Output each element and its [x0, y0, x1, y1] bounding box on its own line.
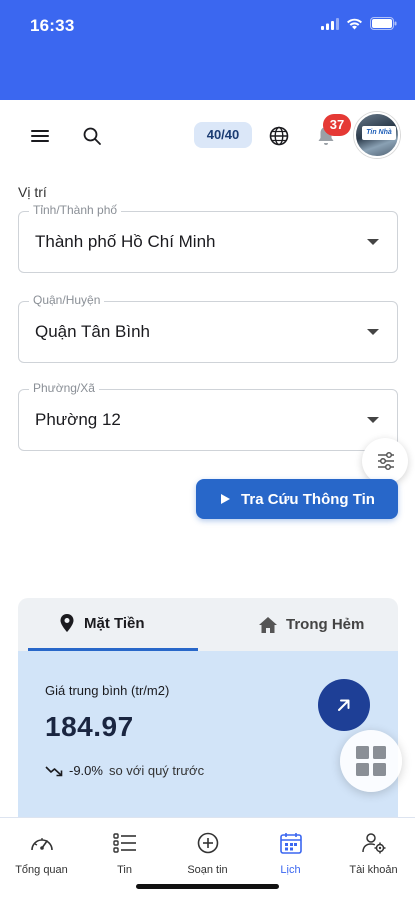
trending-down-icon [45, 765, 63, 776]
hamburger-menu-icon [31, 130, 49, 142]
status-bar: 16:33 [0, 0, 415, 100]
avatar-logo: Tin Nhà [362, 126, 396, 140]
tab-alley[interactable]: Trong Hẻm [248, 598, 398, 651]
tab-street-front[interactable]: Mặt Tiền [28, 598, 198, 651]
tab-street-front-label: Mặt Tiền [84, 614, 145, 632]
home-indicator[interactable] [136, 884, 279, 889]
cellular-signal-icon [321, 17, 339, 30]
location-pin-icon [60, 614, 74, 632]
nav-listings[interactable]: Tin [83, 832, 166, 878]
status-icons [321, 17, 397, 30]
price-tabs: Mặt Tiền Trong Hẻm [18, 598, 398, 651]
credit-counter-badge[interactable]: 40/40 [194, 122, 252, 148]
sliders-icon [378, 451, 394, 471]
nav-calendar-label: Lịch [280, 864, 301, 876]
nav-compose-label: Soạn tin [187, 864, 228, 876]
open-details-button[interactable] [318, 679, 370, 731]
dropdown-caret-icon [367, 329, 379, 335]
price-change: -9.0% so với quý trước [45, 763, 204, 778]
calendar-icon [279, 833, 302, 854]
avg-price-label: Giá trung bình (tr/m2) [45, 683, 170, 698]
nav-account-label: Tài khoản [349, 864, 398, 876]
district-value: Quận Tân Bình [35, 322, 150, 341]
add-circle-icon [197, 832, 218, 854]
top-app-bar: 40/40 37 Tin Nhà [0, 112, 415, 160]
avatar[interactable]: Tin Nhà [354, 112, 400, 158]
dropdown-caret-icon [367, 417, 379, 423]
avg-price-value: 184.97 [45, 711, 134, 742]
price-card: Mặt Tiền Trong Hẻm Giá trung bình (tr/m2… [18, 598, 398, 828]
globe-icon [269, 126, 289, 146]
nav-overview[interactable]: Tổng quan [0, 832, 83, 878]
ward-select[interactable]: Phường/Xã Phường 12 [18, 381, 398, 451]
apps-grid-button[interactable] [340, 730, 402, 792]
district-select[interactable]: Quận/Huyện Quận Tân Bình [18, 293, 398, 363]
province-value: Thành phố Hồ Chí Minh [35, 232, 216, 251]
play-icon [221, 494, 231, 504]
filter-button[interactable] [362, 438, 408, 484]
district-legend: Quận/Huyện [29, 293, 105, 307]
home-icon [259, 616, 277, 633]
search-button[interactable] [80, 124, 104, 148]
price-change-text: so với quý trước [108, 763, 205, 778]
grid-icon [356, 746, 386, 776]
lookup-info-button[interactable]: Tra Cứu Thông Tin [196, 479, 398, 519]
search-icon [83, 127, 101, 145]
battery-icon [370, 17, 397, 30]
dropdown-caret-icon [367, 239, 379, 245]
nav-compose[interactable]: Soạn tin [166, 832, 249, 878]
menu-button[interactable] [28, 124, 52, 148]
nav-account[interactable]: Tài khoản [332, 832, 415, 878]
lookup-info-label: Tra Cứu Thông Tin [241, 490, 375, 508]
ward-value: Phường 12 [35, 410, 121, 429]
nav-listings-label: Tin [117, 864, 132, 876]
account-gear-icon [361, 833, 385, 854]
province-select[interactable]: Tỉnh/Thành phố Thành phố Hồ Chí Minh [18, 203, 398, 273]
list-icon [112, 833, 136, 853]
location-section-label: Vị trí [18, 184, 47, 200]
province-legend: Tỉnh/Thành phố [29, 203, 122, 217]
tab-alley-label: Trong Hẻm [286, 616, 365, 633]
wifi-icon [347, 18, 362, 29]
language-button[interactable] [267, 124, 291, 148]
dashboard-gauge-icon [30, 838, 53, 851]
notification-count-badge: 37 [323, 114, 351, 136]
avatar-logo-text: Tin Nhà [366, 129, 392, 136]
status-time: 16:33 [30, 16, 75, 35]
arrow-up-right-icon [338, 699, 350, 711]
nav-calendar[interactable]: Lịch [249, 832, 332, 878]
avg-price-panel: Giá trung bình (tr/m2) 184.97 -9.0% so v… [18, 651, 398, 828]
ward-legend: Phường/Xã [29, 381, 99, 395]
nav-overview-label: Tổng quan [15, 864, 68, 876]
price-change-percent: -9.0% [69, 763, 103, 778]
